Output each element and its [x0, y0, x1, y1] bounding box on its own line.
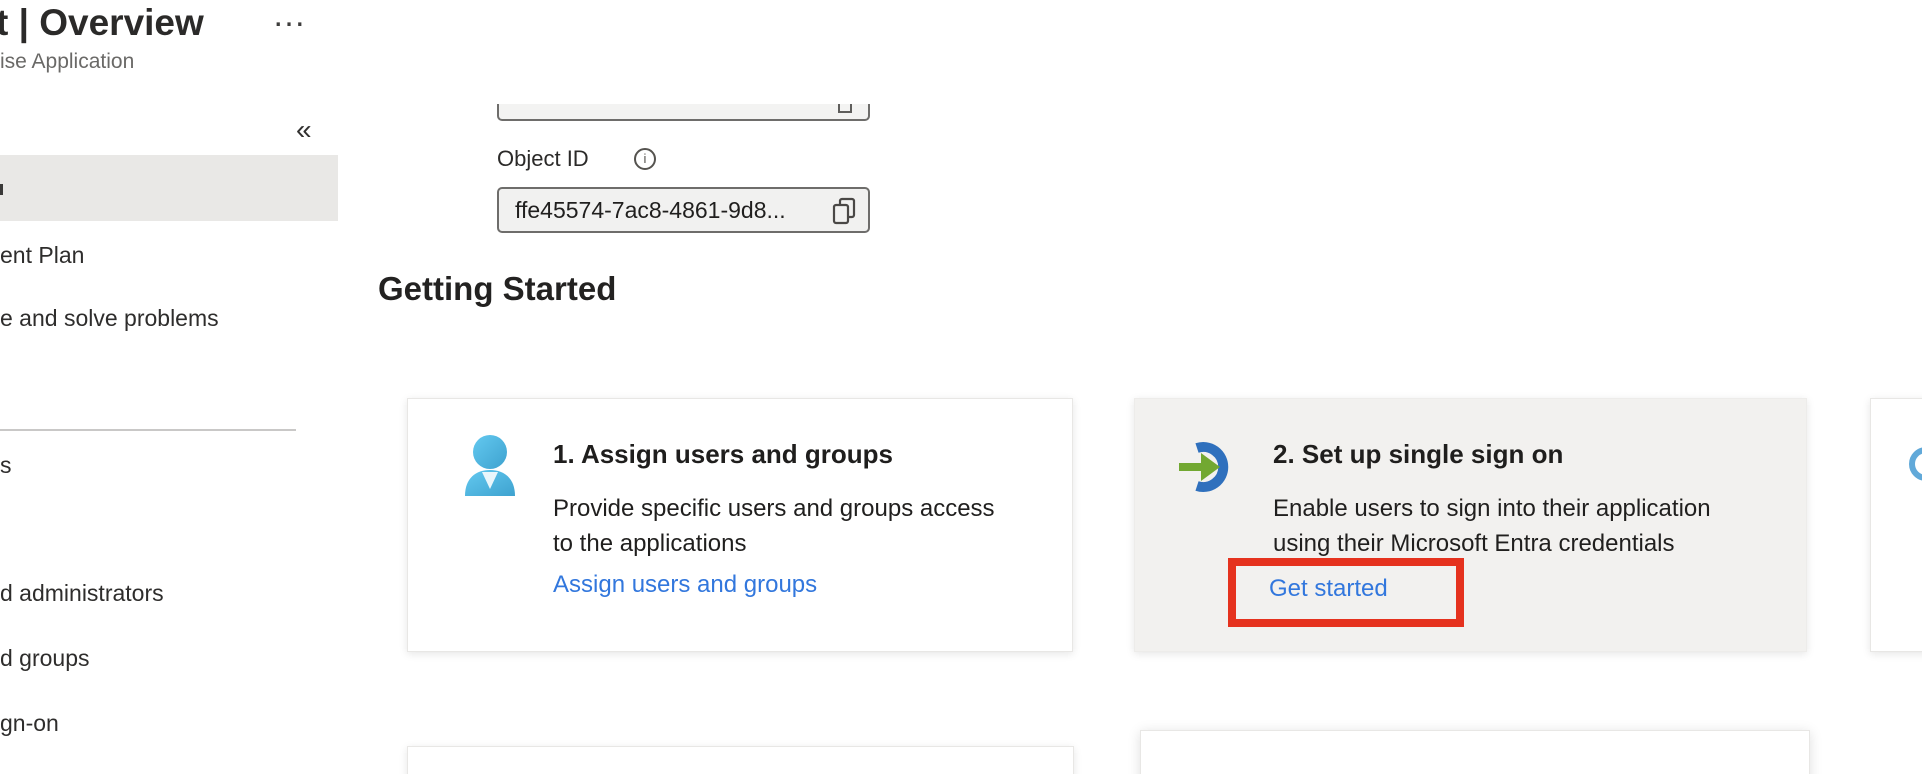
more-actions-button[interactable]: …: [272, 0, 306, 32]
get-started-link[interactable]: Get started: [1269, 575, 1388, 603]
partial-circle-icon: [1909, 447, 1922, 481]
sidebar-item-single-sign-on[interactable]: gn-on: [0, 710, 59, 737]
partial-card-bottom-left: [407, 746, 1074, 774]
application-id-field-partial: [497, 104, 870, 121]
card-description-line2: using their Microsoft Entra credentials: [1273, 526, 1711, 561]
card-description: Provide specific users and groups access…: [553, 491, 995, 561]
card-description: Enable users to sign into their applicat…: [1273, 491, 1711, 561]
sidebar-item-properties[interactable]: s: [0, 452, 12, 479]
sidebar-divider: [0, 429, 296, 431]
card-description-line2: to the applications: [553, 526, 995, 561]
object-id-field[interactable]: ffe45574-7ac8-4861-9d8...: [497, 187, 870, 233]
card-title: 1. Assign users and groups: [553, 439, 893, 470]
sign-in-icon: [1179, 439, 1233, 495]
object-id-label: Object ID: [497, 146, 589, 172]
sidebar-collapse-button[interactable]: «: [296, 114, 312, 146]
copy-icon[interactable]: [838, 104, 852, 113]
sidebar-item-diagnose-solve-problems[interactable]: e and solve problems: [0, 305, 219, 332]
card-title: 2. Set up single sign on: [1273, 439, 1563, 470]
copy-icon[interactable]: [831, 197, 857, 225]
partial-card-right: [1870, 398, 1922, 652]
sidebar-item-roles-administrators[interactable]: d administrators: [0, 580, 164, 607]
selected-item-text-fragment: [0, 184, 3, 195]
page-subtitle: ise Application: [0, 50, 134, 74]
user-icon: [456, 432, 524, 500]
card-description-line1: Provide specific users and groups access: [553, 491, 995, 526]
enterprise-app-overview-page: t | Overview … ise Application « ent Pla…: [0, 0, 1922, 774]
object-id-value: ffe45574-7ac8-4861-9d8...: [515, 197, 786, 224]
card-description-line1: Enable users to sign into their applicat…: [1273, 491, 1711, 526]
info-icon[interactable]: i: [634, 148, 656, 170]
page-title: t | Overview: [0, 2, 204, 44]
getting-started-heading: Getting Started: [378, 270, 616, 308]
assign-users-card: 1. Assign users and groups Provide speci…: [407, 398, 1073, 652]
sidebar-item-users-groups[interactable]: d groups: [0, 645, 90, 672]
single-sign-on-card: 2. Set up single sign on Enable users to…: [1134, 398, 1807, 652]
partial-card-bottom-right: [1140, 730, 1810, 774]
sidebar-item-deployment-plan[interactable]: ent Plan: [0, 242, 84, 269]
assign-users-and-groups-link[interactable]: Assign users and groups: [553, 571, 817, 599]
sidebar-item-selected[interactable]: [0, 155, 338, 221]
